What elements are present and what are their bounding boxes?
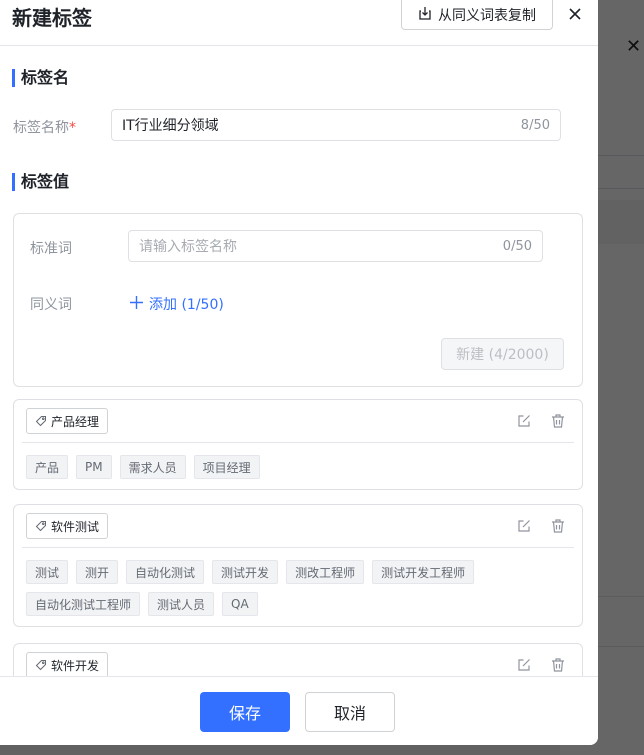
drawer-title: 新建标签 — [12, 6, 92, 30]
synonym-chip-list: 产品 PM 需求人员 项目经理 — [14, 443, 582, 489]
trash-icon[interactable] — [550, 657, 566, 673]
standard-word-label: 标准词 — [30, 241, 72, 257]
add-synonym-link[interactable]: 添加 (1/50) — [130, 294, 224, 314]
tag-card-header: 软件开发 — [22, 644, 574, 676]
tag-name-value: IT行业细分领域 — [122, 118, 219, 134]
copy-from-synonym-label: 从同义词表复制 — [438, 7, 536, 24]
new-tag-drawer: 新建标签 从同义词表复制 标签名 标签名称* IT行业细分领域 8/50 标签值… — [0, 0, 598, 745]
synonym-chip: 自动化测试工程师 — [26, 592, 141, 616]
tag-card-name-label: 软件开发 — [51, 658, 100, 673]
add-synonym-label: 添加 (1/50) — [149, 297, 224, 313]
tag-card-name: 软件测试 — [26, 513, 109, 539]
copy-from-synonym-button[interactable]: 从同义词表复制 — [401, 0, 553, 30]
synonym-chip: 项目经理 — [193, 455, 260, 479]
synonym-chip: 自动化测试 — [126, 560, 205, 584]
section-title-tag-values: 标签值 — [12, 173, 69, 191]
tag-card: 软件测试测试 测开 自动化测试 测试开发 测改工程师 测试开发工程师自动化测试工程师 测试人… — [13, 504, 583, 627]
trash-icon[interactable] — [550, 518, 566, 534]
tag-name-label: 标签名称* — [13, 117, 76, 137]
edit-icon[interactable] — [516, 657, 532, 673]
tag-icon — [35, 520, 47, 532]
standard-word-counter: 0/50 — [502, 238, 532, 254]
synonym-chip: 测试人员 — [148, 592, 215, 616]
synonym-chip: PM — [76, 455, 112, 479]
tag-card-name: 软件开发 — [26, 652, 109, 676]
tag-name-label-text: 标签名称 — [13, 120, 69, 136]
drawer-body: 标签名 标签名称* IT行业细分领域 8/50 标签值 标准词 请输入标签名称 … — [0, 46, 598, 676]
synonym-chip-list: 测试 测开 自动化测试 测试开发 测改工程师 测试开发工程师自动化测试工程师 测试人员 QA — [14, 548, 582, 626]
tag-card-name: 产品经理 — [26, 408, 109, 434]
tag-card-actions — [516, 657, 566, 673]
tag-card-header: 软件测试 — [22, 505, 574, 548]
tag-card: 软件开发 — [13, 643, 583, 676]
synonym-chip: 测试开发工程师 — [372, 560, 475, 584]
tag-icon — [35, 659, 47, 671]
save-button[interactable]: 保存 — [200, 692, 290, 732]
tag-card: 产品经理产品 PM 需求人员 项目经理 — [13, 399, 583, 490]
close-icon[interactable] — [565, 4, 585, 24]
synonym-chip: 需求人员 — [119, 455, 186, 479]
new-value-button[interactable]: 新建 (4/2000) — [441, 338, 564, 370]
edit-icon[interactable] — [516, 413, 532, 429]
synonym-chip: QA — [222, 592, 258, 616]
synonym-chip: 产品 — [26, 455, 69, 479]
drawer-footer: 保存 取消 — [0, 676, 598, 745]
cancel-button[interactable]: 取消 — [305, 692, 395, 732]
standard-word-input[interactable]: 请输入标签名称 0/50 — [128, 230, 543, 262]
tag-icon — [35, 415, 47, 427]
tag-card-name-label: 产品经理 — [51, 414, 100, 429]
section-title-tag-name: 标签名 — [12, 69, 69, 87]
synonym-label: 同义词 — [30, 297, 72, 313]
tag-name-input[interactable]: IT行业细分领域 8/50 — [111, 109, 561, 141]
import-icon — [418, 6, 432, 24]
synonym-chip: 测改工程师 — [286, 560, 365, 584]
plus-icon — [130, 295, 143, 313]
synonym-chip: 测试开发 — [212, 560, 279, 584]
required-mark: * — [69, 120, 76, 136]
standard-word-placeholder: 请输入标签名称 — [139, 239, 237, 255]
tag-card-actions — [516, 518, 566, 534]
drawer-header: 新建标签 从同义词表复制 — [0, 0, 598, 46]
edit-icon[interactable] — [516, 518, 532, 534]
synonym-chip: 测试 — [26, 560, 69, 584]
tag-card-actions — [516, 413, 566, 429]
trash-icon[interactable] — [550, 413, 566, 429]
tag-name-counter: 8/50 — [520, 117, 550, 133]
tag-card-name-label: 软件测试 — [51, 519, 100, 534]
tag-card-header: 产品经理 — [22, 400, 574, 443]
synonym-chip: 测开 — [76, 560, 119, 584]
